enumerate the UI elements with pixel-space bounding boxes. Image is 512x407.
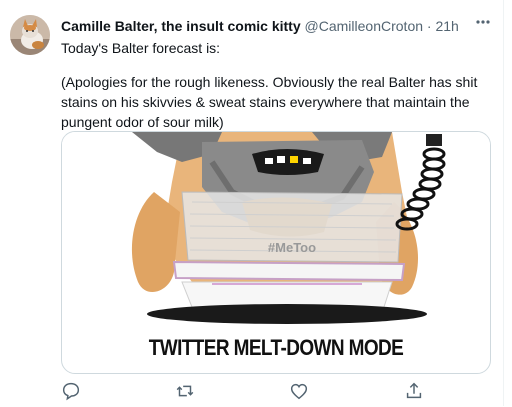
shirt-text: #MeToo [268,240,316,255]
retweet-button[interactable] [174,380,198,402]
like-button[interactable] [288,380,312,402]
tweet-actions [0,380,512,406]
avatar-image [10,15,50,55]
more-button[interactable] [470,12,496,32]
tweet[interactable]: Camille Balter, the insult comic kitty @… [0,0,512,406]
share-icon [406,382,422,399]
timestamp[interactable]: 21h [435,18,458,34]
tweet-header: Camille Balter, the insult comic kitty @… [61,17,459,35]
cartoon-image: #MeToo [62,132,490,332]
author-name[interactable]: Camille Balter, the insult comic kitty [61,18,301,34]
avatar[interactable] [10,15,50,55]
more-icon [476,20,490,24]
tweet-text-paragraph: (Apologies for the rough likeness. Obvio… [61,74,478,130]
reply-button[interactable] [60,380,84,402]
share-button[interactable] [403,380,427,402]
retweet-icon [176,385,194,397]
tweet-text-line1: Today's Balter forecast is: [61,40,221,56]
like-icon [290,383,308,400]
tweet-media[interactable]: #MeToo TWITTER MELT-DOWN MODE [61,131,491,374]
author-handle[interactable]: @CamilleonCroton [305,18,423,34]
timeline-border [503,0,504,406]
image-caption: TWITTER MELT-DOWN MODE [148,336,404,361]
separator-dot: · [426,18,432,34]
reply-icon [62,382,80,401]
